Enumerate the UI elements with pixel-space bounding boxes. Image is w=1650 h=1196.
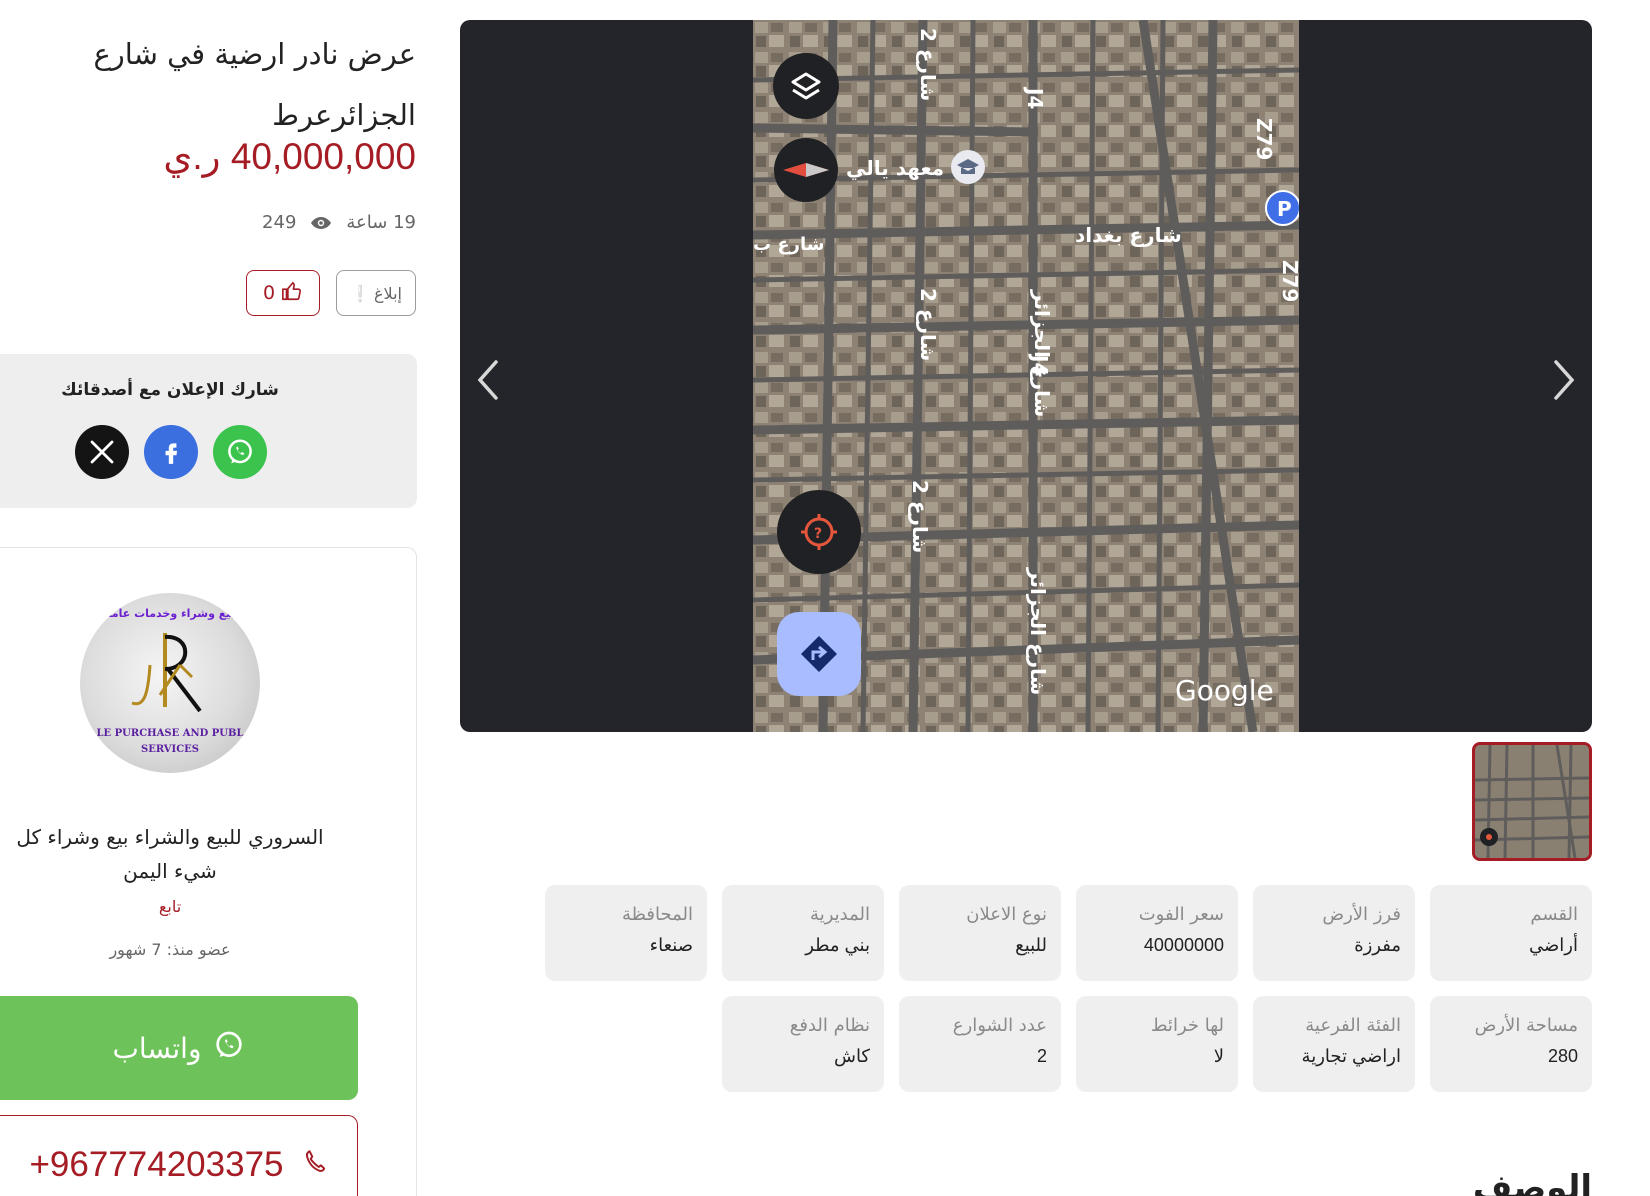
- seller-name[interactable]: السروري للبيع والشراء بيع وشراء كل شيء ا…: [0, 820, 340, 888]
- spec-value: أراضي: [1529, 935, 1578, 955]
- follow-link[interactable]: تابع: [0, 897, 340, 916]
- share-title: شارك الإعلان مع أصدقائك: [61, 380, 279, 400]
- whatsapp-contact-button[interactable]: واتساب: [0, 996, 358, 1100]
- gallery-thumbnail[interactable]: [1472, 742, 1592, 861]
- member-since: عضو منذ: 7 شهور: [109, 940, 231, 959]
- chevron-left-icon: [477, 360, 498, 400]
- spec-label: لها خرائط: [1150, 1015, 1224, 1036]
- share-panel: شارك الإعلان مع أصدقائك: [0, 354, 417, 508]
- phone-contact-button[interactable]: +967774203375: [0, 1115, 358, 1196]
- map-label-street-left: شارع ب: [753, 234, 824, 255]
- spec-value: كاش: [833, 1046, 870, 1066]
- map-label-street2-b: شارع 2: [916, 288, 940, 361]
- google-watermark: Google: [1175, 674, 1274, 707]
- spec-value: صنعاء: [649, 935, 693, 955]
- eye-icon: [310, 216, 332, 230]
- thumbs-up-icon: [281, 280, 303, 307]
- spec-card: نظام الدفع كاش: [722, 996, 884, 1092]
- phone-icon: [302, 1145, 328, 1185]
- views-count: 249: [262, 212, 297, 233]
- gallery-next-button[interactable]: [1544, 358, 1584, 402]
- posted-time: 19 ساعة: [346, 212, 416, 233]
- spec-card: سعر الفوت 40000000: [1076, 885, 1238, 981]
- exclamation-icon: ❕: [350, 283, 370, 303]
- spec-card: الفئة الفرعية اراضي تجارية: [1253, 996, 1415, 1092]
- whatsapp-label: واتساب: [112, 1031, 202, 1065]
- report-button[interactable]: إبلاغ ❕: [336, 270, 416, 316]
- svg-text:P: P: [1277, 197, 1292, 221]
- satellite-map: شارع الجزائر شارع الجزائر شارع بغداد معه…: [753, 20, 1299, 732]
- spec-value: مفرزة: [1354, 935, 1401, 955]
- map-label-baghdad: شارع بغداد: [1075, 223, 1182, 247]
- facebook-icon[interactable]: [144, 425, 198, 479]
- report-label: إبلاغ: [373, 283, 402, 303]
- spec-label: نوع الاعلان: [966, 904, 1047, 925]
- compass-icon[interactable]: [774, 138, 838, 202]
- gallery-prev-button[interactable]: [468, 358, 508, 402]
- spec-label: المحافظة: [621, 904, 693, 925]
- spec-card: لها خرائط لا: [1076, 996, 1238, 1092]
- layers-icon[interactable]: [773, 53, 839, 119]
- spec-card: المديرية بني مطر: [722, 885, 884, 981]
- share-icons: [75, 425, 267, 479]
- location-unknown-icon[interactable]: ?: [777, 490, 861, 574]
- spec-card: فرز الأرض مفرزة: [1253, 885, 1415, 981]
- spec-card: المحافظة صنعاء: [545, 885, 707, 981]
- seller-logo-icon: [131, 633, 202, 713]
- spec-value: اراضي تجارية: [1301, 1046, 1401, 1066]
- spec-value: بني مطر: [805, 935, 870, 955]
- spec-value: 280: [1547, 1046, 1578, 1066]
- spec-label: القسم: [1530, 904, 1578, 925]
- spec-card: نوع الاعلان للبيع: [899, 885, 1061, 981]
- spec-label: عدد الشوارع: [952, 1015, 1047, 1036]
- directions-icon[interactable]: [777, 612, 861, 696]
- spec-label: الفئة الفرعية: [1305, 1015, 1401, 1036]
- map-label-street2-c: شارع 2: [908, 480, 932, 553]
- map-label-z79-a: Z79: [1252, 118, 1276, 160]
- spec-label: المديرية: [810, 904, 870, 925]
- listing-map-image: شارع الجزائر شارع الجزائر شارع بغداد معه…: [753, 20, 1299, 732]
- parking-pin-icon: P: [1265, 190, 1299, 226]
- spec-card: عدد الشوارع 2: [899, 996, 1061, 1092]
- spec-label: مساحة الأرض: [1474, 1015, 1578, 1036]
- map-label-j4-b: J4: [1028, 353, 1052, 376]
- avatar-top-text: بيع وشراء وخدمات عامة: [105, 607, 235, 620]
- map-label-j4-a: J4: [1023, 86, 1047, 109]
- spec-label: سعر الفوت: [1138, 904, 1224, 925]
- spec-value: للبيع: [1015, 935, 1047, 955]
- like-button[interactable]: 0: [246, 270, 320, 316]
- spec-label: نظام الدفع: [789, 1015, 870, 1036]
- avatar-bottom-text: LE PURCHASE AND PUBL SERVICES: [96, 728, 244, 755]
- chevron-right-icon: [1554, 360, 1575, 400]
- spec-value: لا: [1213, 1046, 1224, 1066]
- spec-label: فرز الأرض: [1322, 904, 1401, 925]
- map-label-street2-a: شارع 2: [916, 28, 940, 101]
- map-label-institute: معهد يالي: [846, 156, 944, 181]
- likes-count: 0: [262, 282, 276, 304]
- listing-price: 40,000,000 ر.ي: [163, 136, 416, 177]
- map-label-algeria-2: شارع الجزائر: [1026, 567, 1050, 695]
- x-icon[interactable]: [75, 425, 129, 479]
- spec-value: 40000000: [1143, 935, 1224, 955]
- listing-actions: إبلاغ ❕ 0: [246, 270, 416, 316]
- listing-title: عرض نادر ارضية في شارع الجزائرعرط: [93, 37, 416, 132]
- spec-card: مساحة الأرض 280: [1430, 996, 1592, 1092]
- spec-value: 2: [1036, 1046, 1047, 1066]
- whatsapp-icon: [213, 1029, 245, 1068]
- seller-avatar[interactable]: بيع وشراء وخدمات عامة LE PURCHASE AND PU…: [80, 593, 260, 773]
- institute-pin-icon: [951, 150, 985, 184]
- listing-meta: 19 ساعة 249: [200, 212, 416, 233]
- whatsapp-icon[interactable]: [213, 425, 267, 479]
- description-heading: الوصف: [1472, 1168, 1592, 1196]
- phone-number: +967774203375: [29, 1145, 284, 1184]
- map-label-algeria-1: شارع الجزائر: [1030, 289, 1054, 417]
- image-gallery: شارع الجزائر شارع الجزائر شارع بغداد معه…: [460, 20, 1592, 732]
- spec-card: القسم أراضي: [1430, 885, 1592, 981]
- svg-text:?: ?: [814, 526, 822, 542]
- map-label-z79-b: Z79: [1278, 260, 1299, 302]
